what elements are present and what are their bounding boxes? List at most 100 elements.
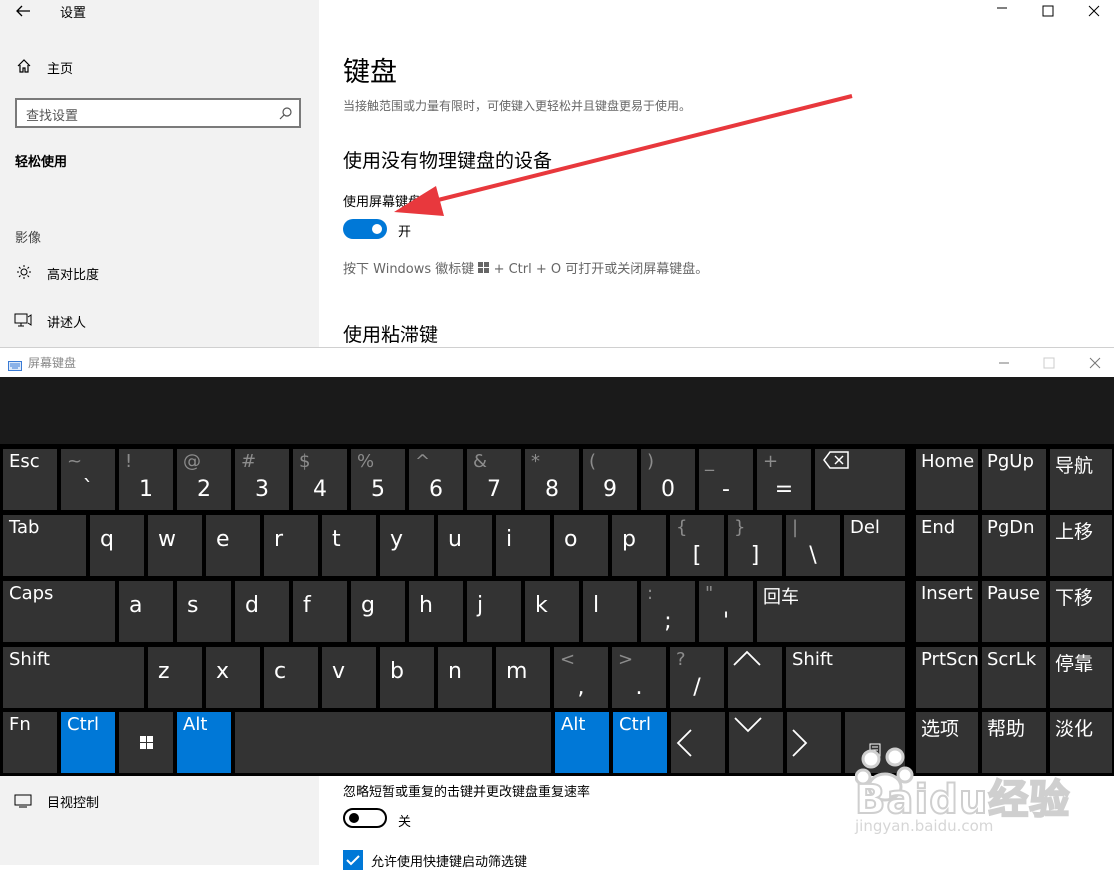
key-x[interactable]: x — [206, 647, 260, 708]
key-tab[interactable]: Tab — [3, 515, 86, 576]
key-n[interactable]: n — [438, 647, 492, 708]
key-nav-2-2[interactable]: 下移 — [1050, 581, 1112, 642]
key-up-arrow[interactable] — [728, 647, 782, 708]
key-p[interactable]: p — [612, 515, 666, 576]
osk-maximize-icon[interactable] — [1043, 354, 1055, 373]
key-right-arrow[interactable] — [787, 712, 841, 773]
minimize-icon[interactable] — [996, 2, 1008, 18]
key-quote[interactable]: " ' — [699, 581, 753, 642]
key-8[interactable]: * 8 — [525, 449, 579, 510]
key-r[interactable]: r — [264, 515, 318, 576]
key-ctrl[interactable]: Ctrl — [61, 712, 115, 773]
key-nav-2-1[interactable]: Pause — [982, 581, 1046, 642]
key-backtick[interactable]: ~ ` — [61, 449, 115, 510]
key-windows-logo[interactable] — [119, 712, 173, 773]
key-backslash[interactable]: | \ — [786, 515, 840, 576]
close-icon[interactable] — [1088, 2, 1100, 21]
key-l[interactable]: l — [583, 581, 637, 642]
key-o[interactable]: o — [554, 515, 608, 576]
key-backspace[interactable] — [815, 449, 905, 510]
key-nav-0-0[interactable]: Home — [916, 449, 978, 510]
key-ctrl[interactable]: Ctrl — [613, 712, 667, 773]
key-left-arrow[interactable] — [671, 712, 725, 773]
key-shift-label: | — [792, 517, 799, 538]
key-w[interactable]: w — [148, 515, 202, 576]
key-0[interactable]: ) 0 — [641, 449, 695, 510]
key-comma[interactable]: <, — [554, 647, 608, 708]
sidebar-home[interactable]: 主页 — [47, 58, 73, 77]
key-shift-label: } — [734, 517, 746, 538]
key-nav-0-2[interactable]: 导航 — [1050, 449, 1112, 510]
key-e[interactable]: e — [206, 515, 260, 576]
key-caps[interactable]: Caps — [3, 581, 115, 642]
key-nav-1-0[interactable]: End — [916, 515, 978, 576]
key-q[interactable]: q — [90, 515, 144, 576]
key-space[interactable] — [235, 712, 551, 773]
key-f[interactable]: f — [293, 581, 347, 642]
key-k[interactable]: k — [525, 581, 579, 642]
key-a[interactable]: a — [119, 581, 173, 642]
key-6[interactable]: ^ 6 — [409, 449, 463, 510]
key-alt[interactable]: Alt — [555, 712, 609, 773]
key-z[interactable]: z — [148, 647, 202, 708]
key-esc[interactable]: Esc — [3, 449, 57, 510]
toggle-knob — [372, 224, 382, 234]
osk-titlebar[interactable]: 屏幕键盘 — [0, 347, 1114, 377]
key-slash[interactable]: ? / — [670, 647, 724, 708]
key-del[interactable]: Del — [844, 515, 905, 576]
key-fn[interactable]: Fn — [3, 712, 57, 773]
key-main-label: 1 — [139, 477, 153, 502]
key-g[interactable]: g — [351, 581, 405, 642]
key-y[interactable]: y — [380, 515, 434, 576]
key-semicolon[interactable]: :; — [641, 581, 695, 642]
key-h[interactable]: h — [409, 581, 463, 642]
osk-toggle[interactable] — [343, 219, 387, 239]
key-equals[interactable]: + = — [757, 449, 811, 510]
osk-minimize-icon[interactable] — [998, 354, 1010, 373]
sidebar-item-narrator[interactable]: 讲述人 — [47, 312, 86, 331]
key-4[interactable]: $4 — [293, 449, 347, 510]
key-nav-2-0[interactable]: Insert — [916, 581, 978, 642]
key-2[interactable]: @2 — [177, 449, 231, 510]
key-3[interactable]: #3 — [235, 449, 289, 510]
key-d[interactable]: d — [235, 581, 289, 642]
key-i[interactable]: i — [496, 515, 550, 576]
sidebar-item-eye-control[interactable]: 目视控制 — [47, 792, 99, 811]
page-title: 键盘 — [343, 57, 397, 88]
search-input[interactable]: 查找设置 — [15, 98, 301, 128]
key-bracket-right[interactable]: }] — [728, 515, 782, 576]
filter-shortcut-checkbox[interactable] — [343, 850, 363, 870]
key-nav-3-2[interactable]: 停靠 — [1050, 647, 1112, 708]
key-v[interactable]: v — [322, 647, 376, 708]
key-shift[interactable]: Shift — [786, 647, 905, 708]
osk-close-icon[interactable] — [1089, 354, 1101, 373]
back-arrow-icon[interactable] — [14, 2, 32, 20]
key-9[interactable]: (9 — [583, 449, 637, 510]
key-回车[interactable]: 回车 — [757, 581, 905, 642]
key-j[interactable]: j — [467, 581, 521, 642]
key-s[interactable]: s — [177, 581, 231, 642]
key-nav-3-1[interactable]: ScrLk — [982, 647, 1046, 708]
key-nav-3-0[interactable]: PrtScn — [916, 647, 978, 708]
key-alt[interactable]: Alt — [177, 712, 231, 773]
key-down-arrow[interactable] — [729, 712, 783, 773]
key-bracket-left[interactable]: {[ — [670, 515, 724, 576]
sidebar-item-high-contrast[interactable]: 高对比度 — [47, 264, 99, 283]
key-u[interactable]: u — [438, 515, 492, 576]
key-period[interactable]: >. — [612, 647, 666, 708]
key-nav-1-2[interactable]: 上移 — [1050, 515, 1112, 576]
key-m[interactable]: m — [496, 647, 550, 708]
key-c[interactable]: c — [264, 647, 318, 708]
key-7[interactable]: & 7 — [467, 449, 521, 510]
key-1[interactable]: ! 1 — [119, 449, 173, 510]
key-b[interactable]: b — [380, 647, 434, 708]
key-t[interactable]: t — [322, 515, 376, 576]
key-nav-1-1[interactable]: PgDn — [982, 515, 1046, 576]
key-5[interactable]: % 5 — [351, 449, 405, 510]
maximize-icon[interactable] — [1042, 2, 1054, 21]
key-shift[interactable]: Shift — [3, 647, 144, 708]
key-minus[interactable]: _ - — [699, 449, 753, 510]
key-nav-0-1[interactable]: PgUp — [982, 449, 1046, 510]
search-icon[interactable] — [279, 106, 293, 120]
filter-keys-toggle[interactable] — [343, 808, 387, 828]
